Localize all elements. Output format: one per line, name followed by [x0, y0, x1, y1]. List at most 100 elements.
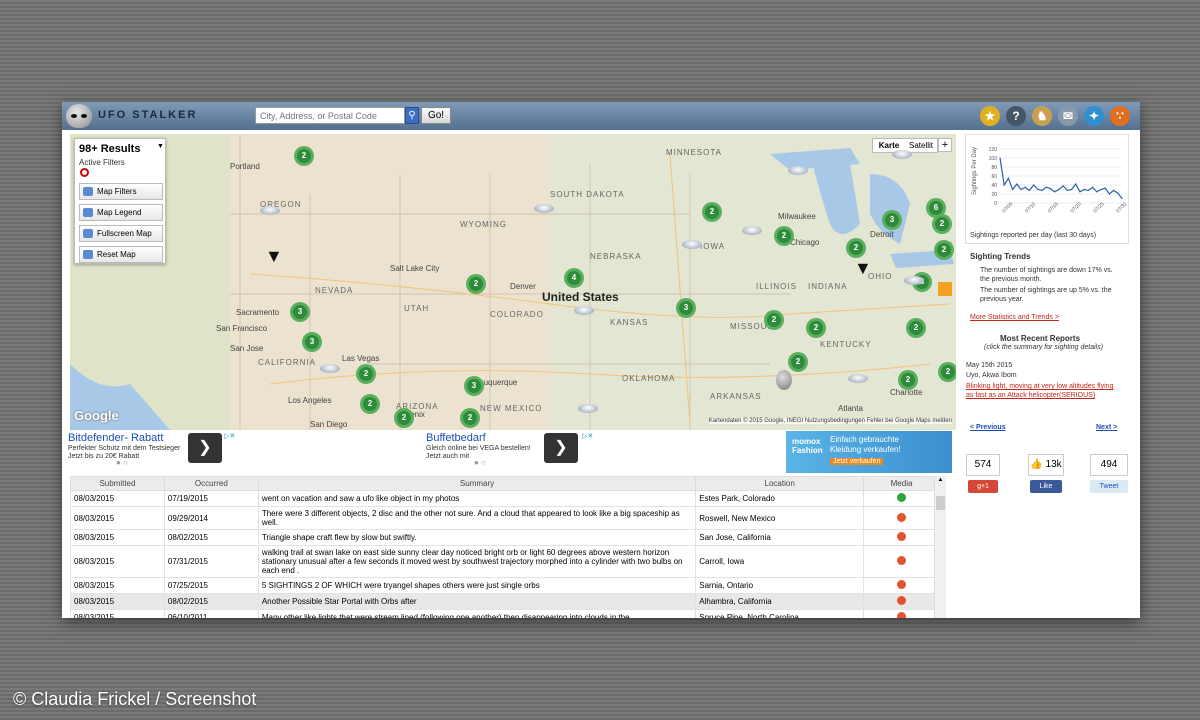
gplus-button[interactable]: g+1 [968, 480, 998, 493]
sighting-cluster[interactable]: 2 [898, 370, 918, 390]
triangle-marker-icon[interactable]: ▼ [265, 246, 283, 267]
help-icon[interactable]: ? [1006, 106, 1026, 126]
adchoices-icon[interactable]: ▷✕ [224, 432, 235, 440]
summary-cell[interactable]: 5 SIGHTINGS 2 OF WHICH were tryangel sha… [257, 577, 697, 594]
sighting-cluster[interactable]: 3 [676, 298, 696, 318]
sighting-cluster[interactable]: 2 [702, 202, 722, 222]
ad-arrow-button[interactable]: ❯ [188, 433, 222, 463]
ufo-marker-icon[interactable] [788, 166, 808, 175]
ad-arrow-button[interactable]: ❯ [544, 433, 578, 463]
col-occurred[interactable]: Occurred [163, 476, 259, 491]
media-unavailable-icon[interactable] [897, 556, 907, 565]
media-available-icon[interactable] [897, 493, 907, 502]
sighting-cluster[interactable]: 4 [564, 268, 584, 288]
reset-map-button[interactable]: Reset Map [79, 246, 163, 263]
sighting-cluster[interactable]: 2 [764, 310, 784, 330]
col-location[interactable]: Location [695, 476, 865, 491]
map-filters-button[interactable]: Map Filters [79, 183, 163, 200]
carousel-dots[interactable]: ● ○ [474, 458, 486, 467]
table-row[interactable]: 08/03/2015 09/29/2014 There were 3 differe… [70, 506, 940, 530]
tweet-button[interactable]: Tweet [1090, 480, 1128, 493]
sighting-cluster[interactable]: 3 [464, 376, 484, 396]
next-link[interactable]: Next > [1096, 424, 1117, 431]
media-unavailable-icon[interactable] [897, 512, 907, 522]
satellit-button[interactable]: Satellit [905, 139, 937, 152]
ufo-marker-icon[interactable] [578, 404, 598, 413]
sighting-cluster[interactable]: 2 [846, 238, 866, 258]
summary-cell[interactable]: went on vacation and saw a ufo like obje… [257, 490, 697, 507]
summary-cell[interactable]: walking trail at swan lake on east side … [257, 545, 697, 578]
ufo-marker-icon[interactable] [848, 374, 868, 383]
alien-marker-icon[interactable] [776, 370, 792, 390]
mail-icon[interactable]: ✉ [1058, 106, 1078, 126]
rss-icon[interactable]: ∵ [1110, 106, 1130, 126]
sighting-cluster[interactable]: 2 [360, 394, 380, 414]
sighting-cluster[interactable]: 2 [906, 318, 926, 338]
twitter-icon[interactable]: ✦ [1084, 106, 1104, 126]
media-cell[interactable] [863, 609, 940, 618]
adchoices-icon[interactable]: ▷✕ [582, 432, 593, 440]
scroll-thumb[interactable] [936, 496, 945, 510]
summary-cell[interactable]: Many other like lights that were stream … [257, 609, 697, 618]
table-row[interactable]: 08/03/2015 08/02/2015 Triangle shape craft… [70, 529, 940, 546]
media-cell[interactable] [863, 577, 940, 594]
media-cell[interactable] [863, 506, 940, 530]
sightings-map[interactable]: 98+ Results ▼ Active Filters Map Filters… [70, 134, 956, 430]
fullscreen-map-button[interactable]: Fullscreen Map [79, 225, 163, 242]
ufo-marker-icon[interactable] [574, 306, 594, 315]
media-unavailable-icon[interactable] [897, 612, 907, 618]
collapse-icon[interactable]: ▼ [157, 143, 164, 150]
table-row[interactable]: 08/03/2015 07/31/2015 walking trail at swa… [70, 545, 940, 578]
ufo-marker-icon[interactable] [682, 240, 702, 249]
col-submitted[interactable]: Submitted [70, 476, 165, 491]
sighting-cluster[interactable]: 3 [290, 302, 310, 322]
sighting-cluster[interactable]: 3 [302, 332, 322, 352]
summary-cell[interactable]: Triangle shape craft flew by slow but sw… [257, 529, 697, 546]
media-cell[interactable] [863, 529, 940, 546]
sighting-cluster[interactable]: 2 [788, 352, 808, 372]
previous-link[interactable]: < Previous [970, 424, 1006, 431]
ufo-marker-icon[interactable] [260, 206, 280, 215]
media-unavailable-icon[interactable] [897, 580, 907, 589]
map-legend-button[interactable]: Map Legend [79, 204, 163, 221]
col-media[interactable]: Media [863, 476, 940, 491]
sighting-cluster[interactable]: 2 [774, 226, 794, 246]
table-scrollbar[interactable]: ▲ [934, 476, 946, 618]
ad-title-bitdefender[interactable]: Bitdefender- Rabatt [68, 432, 163, 444]
sighting-cluster[interactable]: 2 [356, 364, 376, 384]
sighting-cluster[interactable]: 2 [294, 146, 314, 166]
col-summary[interactable]: Summary [257, 476, 697, 491]
ufo-marker-icon[interactable] [904, 276, 924, 285]
pegman-icon[interactable] [938, 282, 952, 296]
alien-logo-icon[interactable] [66, 104, 92, 128]
ufo-marker-icon[interactable] [320, 364, 340, 373]
summary-cell[interactable]: Another Possible Star Portal with Orbs a… [257, 593, 697, 610]
sighting-cluster[interactable]: 2 [460, 408, 480, 428]
momox-cta-button[interactable]: Jetzt verkaufen [830, 458, 884, 465]
table-row[interactable]: 08/03/2015 06/10/2011 Many other like ligh… [70, 609, 940, 618]
ufo-marker-icon[interactable] [892, 150, 912, 159]
ufo-marker-icon[interactable] [534, 204, 554, 213]
facebook-like-button[interactable]: Like [1030, 480, 1062, 493]
sighting-cluster[interactable]: 6 [926, 198, 946, 218]
sighting-cluster[interactable]: 2 [806, 318, 826, 338]
ufo-marker-icon[interactable] [742, 226, 762, 235]
media-unavailable-icon[interactable] [897, 596, 907, 605]
scroll-up-icon[interactable]: ▲ [936, 477, 945, 485]
search-icon[interactable]: ⚲ [405, 107, 419, 124]
more-statistics-link[interactable]: More Statistics and Trends > [970, 314, 1059, 321]
table-row[interactable]: 08/03/2015 07/25/2015 5 SIGHTINGS 2 OF WHI… [70, 577, 940, 594]
sighting-cluster[interactable]: 2 [394, 408, 414, 428]
table-row[interactable]: 08/03/2015 08/02/2015 Another Possible Sta… [70, 593, 940, 610]
media-unavailable-icon[interactable] [897, 532, 907, 541]
table-row[interactable]: 08/03/2015 07/19/2015 went on vacation and… [70, 490, 940, 507]
search-input[interactable] [255, 107, 405, 124]
sighting-cluster[interactable]: 2 [934, 240, 954, 260]
logo-text[interactable]: UFO STALKER [98, 109, 197, 121]
star-icon[interactable]: ★ [980, 106, 1000, 126]
recent-summary-link[interactable]: Blinking light, moving at very low altit… [966, 382, 1116, 400]
badge-icon[interactable]: ♞ [1032, 106, 1052, 126]
summary-cell[interactable]: There were 3 different objects, 2 disc a… [257, 506, 697, 530]
sighting-cluster[interactable]: 2 [938, 362, 956, 382]
triangle-marker-icon[interactable]: ▼ [854, 258, 872, 279]
